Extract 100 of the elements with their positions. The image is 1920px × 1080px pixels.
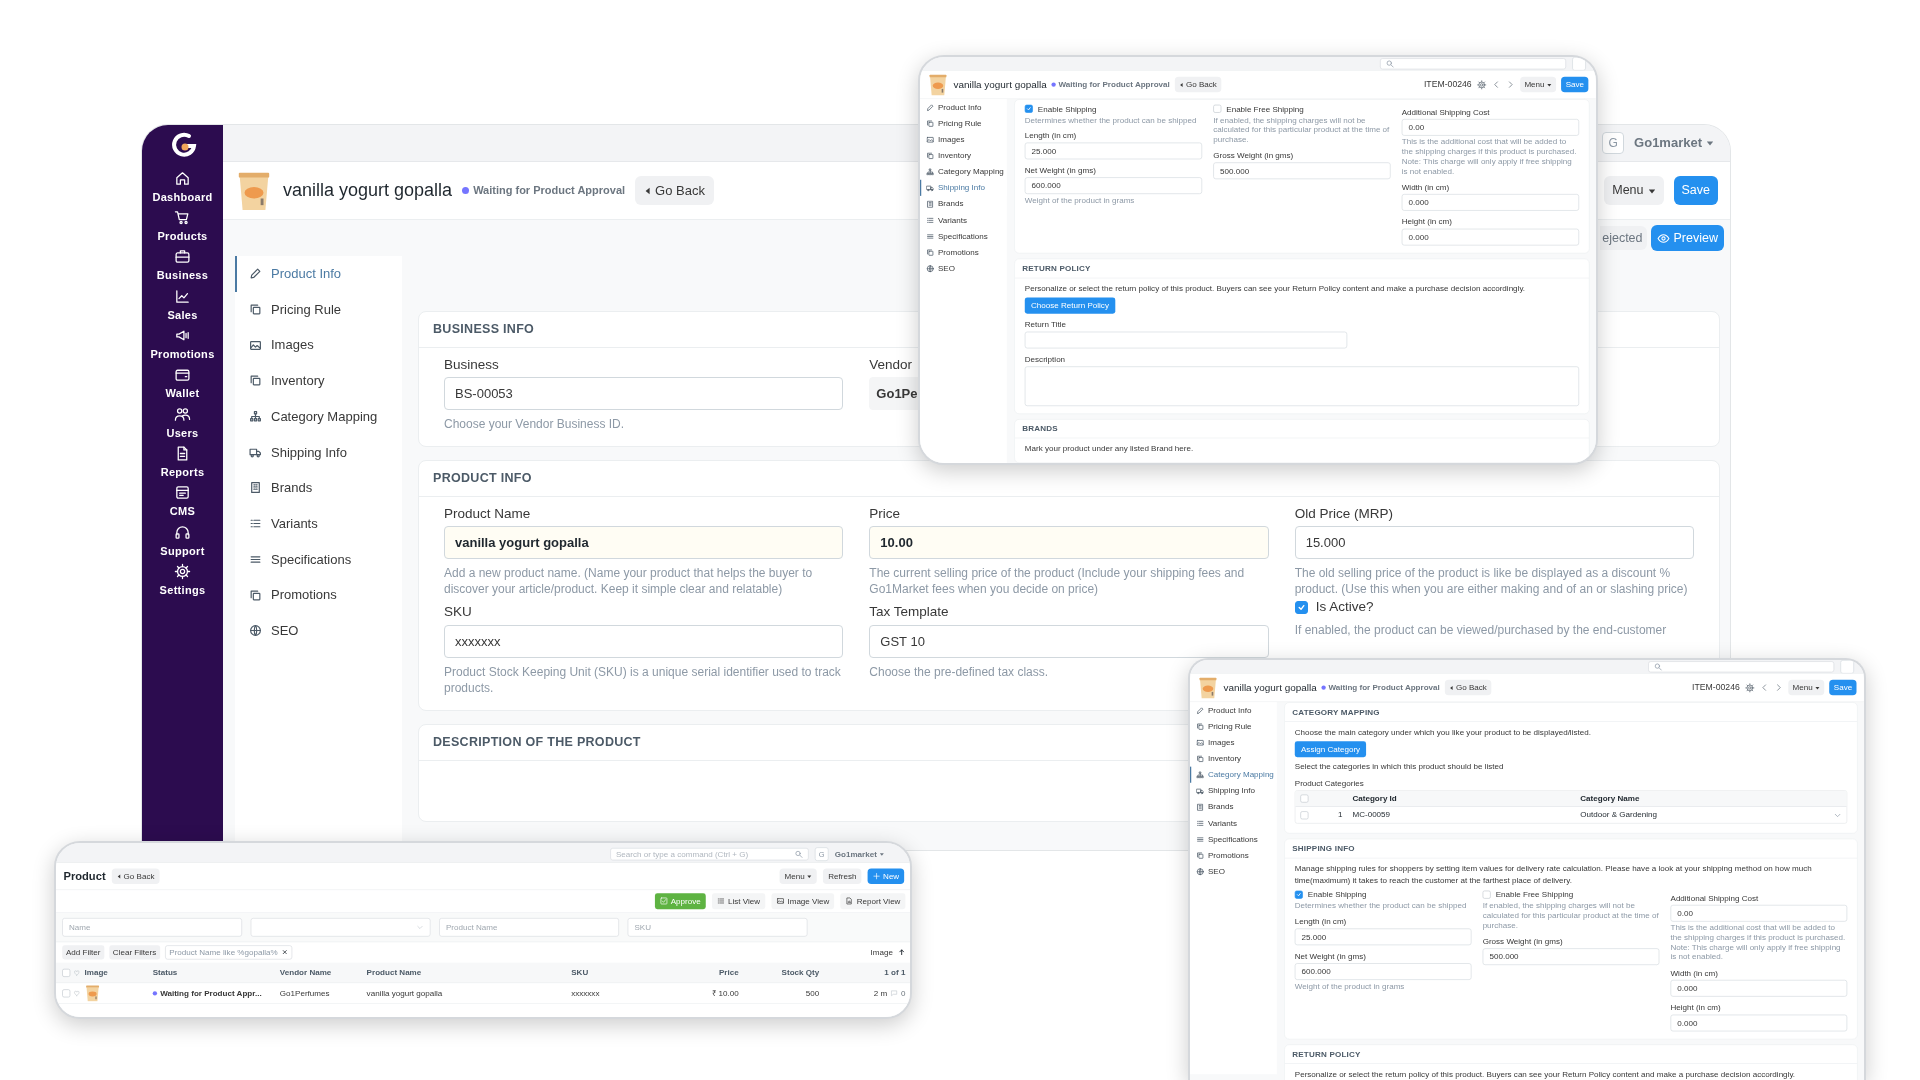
input-field[interactable]: 25.000 bbox=[1024, 142, 1203, 160]
form-tab[interactable]: Product Info bbox=[1190, 702, 1277, 719]
checkbox[interactable] bbox=[1300, 794, 1309, 803]
status-text: Waiting for Product Approval bbox=[1328, 681, 1440, 694]
form-tab[interactable]: Specifications bbox=[920, 228, 1007, 245]
checkbox[interactable] bbox=[1482, 890, 1491, 899]
form-tab[interactable]: Category Mapping bbox=[235, 398, 402, 435]
input-field[interactable]: 500.000 bbox=[1482, 948, 1660, 965]
form-tab[interactable]: Variants bbox=[920, 212, 1007, 229]
nav-item[interactable]: Wallet bbox=[165, 364, 200, 404]
input-field[interactable]: 25.000 bbox=[1294, 928, 1472, 946]
field-label: Description bbox=[1024, 354, 1066, 365]
checkbox[interactable] bbox=[1300, 810, 1309, 820]
view-button[interactable]: Image View bbox=[771, 893, 835, 910]
avatar[interactable] bbox=[1840, 660, 1854, 674]
text-area[interactable] bbox=[1024, 366, 1580, 406]
form-tab[interactable]: Brands bbox=[1190, 798, 1277, 815]
refresh-button[interactable]: Refresh bbox=[823, 868, 862, 885]
go-back-button[interactable]: Go Back bbox=[635, 175, 714, 206]
input-field[interactable]: 0.00 bbox=[1401, 119, 1580, 136]
nav-item[interactable]: Business bbox=[156, 246, 209, 286]
go-back-button[interactable]: Go Back bbox=[1444, 679, 1492, 696]
form-tab[interactable]: Variants bbox=[235, 505, 402, 542]
input-field[interactable]: GST 10 bbox=[869, 624, 1269, 658]
form-tab[interactable]: SEO bbox=[920, 260, 1007, 277]
checkbox[interactable] bbox=[1294, 601, 1308, 615]
input-field[interactable]: 0.000 bbox=[1670, 1014, 1848, 1032]
input-field[interactable]: vanilla yogurt gopalla bbox=[444, 526, 844, 560]
view-button[interactable]: Report View bbox=[840, 893, 906, 910]
pencil-icon bbox=[249, 267, 262, 281]
input-field[interactable]: 10.00 bbox=[869, 526, 1269, 560]
go-back-button[interactable]: Go Back bbox=[1174, 76, 1222, 93]
form-tab[interactable]: SEO bbox=[235, 612, 402, 649]
input-field[interactable]: xxxxxxx bbox=[444, 624, 844, 658]
input-field[interactable] bbox=[1024, 331, 1348, 349]
form-tab[interactable]: Promotions bbox=[1190, 847, 1277, 864]
form-tab[interactable]: Promotions bbox=[235, 577, 402, 613]
menu-button[interactable]: Menu bbox=[779, 868, 817, 885]
form-tab[interactable]: Product Info bbox=[920, 99, 1007, 116]
form-tab[interactable]: Images bbox=[920, 131, 1007, 148]
account-menu[interactable]: Go1market bbox=[834, 848, 885, 861]
help-text: The old selling price of the product is like be displayed as a discount % product. (Use this when you are either making and of an or slashing price) bbox=[1294, 565, 1689, 598]
card-icon bbox=[174, 484, 191, 502]
input-field[interactable]: BS-00053 bbox=[444, 376, 844, 410]
caret-icon bbox=[1179, 82, 1185, 88]
input-field[interactable]: 500.000 bbox=[1213, 162, 1391, 180]
nav-item[interactable]: Reports bbox=[160, 443, 205, 483]
checkbox[interactable] bbox=[62, 989, 71, 998]
input-field[interactable]: 0.000 bbox=[1670, 979, 1848, 997]
clear-filters-button[interactable]: Clear Filters bbox=[109, 945, 160, 960]
form-tab[interactable]: Variants bbox=[1190, 815, 1277, 832]
input-field[interactable]: 600.000 bbox=[1294, 963, 1472, 980]
nav-item[interactable]: Settings bbox=[159, 560, 206, 601]
go-back-button[interactable]: Go Back bbox=[111, 868, 160, 885]
view-button[interactable]: List View bbox=[711, 893, 766, 910]
form-tab[interactable]: Images bbox=[235, 327, 402, 364]
chart-icon bbox=[174, 287, 191, 305]
input-field[interactable]: 0.00 bbox=[1670, 904, 1848, 922]
form-tab[interactable]: Brands bbox=[235, 470, 402, 506]
form-tab[interactable]: Specifications bbox=[1190, 831, 1277, 848]
form-tab[interactable]: Images bbox=[1190, 734, 1277, 751]
input-field[interactable]: 0.000 bbox=[1401, 229, 1580, 246]
checkbox[interactable] bbox=[1024, 104, 1033, 113]
input-field[interactable]: 0.000 bbox=[1401, 194, 1580, 212]
nav-item[interactable]: Dashboard bbox=[152, 168, 213, 208]
input-field[interactable]: 600.000 bbox=[1024, 177, 1203, 195]
nav-item[interactable]: CMS bbox=[169, 482, 196, 522]
menu-button[interactable]: Menu bbox=[1520, 76, 1557, 93]
nav-item[interactable]: Support bbox=[160, 521, 205, 561]
form-tab[interactable]: Pricing Rule bbox=[920, 115, 1007, 132]
add-filter-button[interactable]: Add Filter bbox=[62, 945, 105, 960]
form-tab[interactable]: Brands bbox=[920, 195, 1007, 212]
search-field[interactable] bbox=[1648, 660, 1835, 673]
form-tab[interactable]: Category Mapping bbox=[920, 163, 1007, 180]
form-tab[interactable]: Inventory bbox=[235, 363, 402, 399]
form-tab[interactable]: Category Mapping bbox=[1190, 766, 1277, 783]
description-text: Choose the main category under which you like your product to be displayed/listed. bbox=[1294, 726, 1592, 739]
field-label: Net Weight (in gms) bbox=[1024, 165, 1096, 176]
form-tab[interactable]: Pricing Rule bbox=[235, 291, 402, 328]
filter-select[interactable] bbox=[250, 917, 431, 937]
form-tab[interactable]: Shipping Info bbox=[1190, 782, 1277, 799]
form-tab[interactable]: SEO bbox=[1190, 863, 1277, 880]
checkbox[interactable] bbox=[1213, 104, 1222, 113]
avatar[interactable] bbox=[1572, 57, 1586, 71]
sort-label[interactable]: Image bbox=[870, 946, 893, 959]
checkbox[interactable] bbox=[62, 968, 71, 977]
menu-button[interactable]: Menu bbox=[1604, 176, 1664, 205]
input-field[interactable]: 15.000 bbox=[1294, 526, 1694, 560]
form-tab[interactable]: Shipping Info bbox=[235, 434, 402, 471]
nav-item[interactable]: Sales bbox=[167, 285, 198, 326]
account-menu[interactable]: Go1market bbox=[1634, 133, 1714, 153]
nav-item[interactable]: Products bbox=[157, 207, 208, 247]
nav-item[interactable]: Promotions bbox=[150, 325, 215, 365]
form-tab[interactable]: Specifications bbox=[235, 541, 402, 578]
menu-button[interactable]: Menu bbox=[1788, 679, 1825, 696]
checkbox[interactable] bbox=[1294, 890, 1303, 899]
search-field[interactable] bbox=[1380, 57, 1567, 70]
form-tab[interactable]: Inventory bbox=[920, 147, 1007, 164]
nav-item[interactable]: Users bbox=[166, 403, 199, 444]
form-tab[interactable]: Promotions bbox=[920, 244, 1007, 261]
